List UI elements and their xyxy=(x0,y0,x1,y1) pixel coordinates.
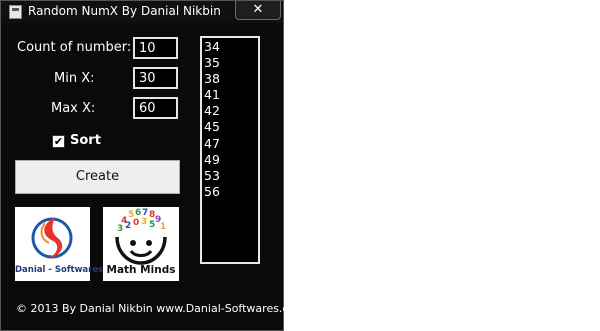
app-window: Random NumX By Danial Nikbin ✕ Count of … xyxy=(0,0,306,331)
danial-logo-caption: Danial - Softwares xyxy=(15,265,104,275)
results-listbox[interactable]: 34 35 38 41 42 45 47 49 53 56 xyxy=(200,36,260,264)
svg-text:5: 5 xyxy=(149,220,155,230)
min-field[interactable]: 30 xyxy=(133,67,178,89)
title-bar[interactable]: Random NumX By Danial Nikbin ✕ xyxy=(1,1,283,23)
min-label: Min X: xyxy=(54,71,95,86)
list-item[interactable]: 38 xyxy=(204,71,256,87)
window-title: Random NumX By Danial Nikbin xyxy=(28,4,221,18)
close-button[interactable]: ✕ xyxy=(235,1,281,20)
sort-label[interactable]: Sort xyxy=(70,133,101,148)
list-item[interactable]: 56 xyxy=(204,184,256,200)
list-item[interactable]: 42 xyxy=(204,103,256,119)
list-item[interactable]: 35 xyxy=(204,55,256,71)
list-item[interactable]: 49 xyxy=(204,152,256,168)
close-icon: ✕ xyxy=(252,2,264,17)
max-field[interactable]: 60 xyxy=(133,97,178,119)
math-minds-face-graphic: 4 5 6 7 8 9 3 1 2 0 3 5 xyxy=(115,208,167,265)
list-item[interactable]: 53 xyxy=(204,168,256,184)
list-item[interactable]: 41 xyxy=(204,87,256,103)
danial-softwares-logo[interactable]: Danial - Softwares xyxy=(15,207,104,281)
results-list: 34 35 38 41 42 45 47 49 53 56 xyxy=(204,39,256,200)
count-field[interactable]: 10 xyxy=(133,37,178,59)
app-icon xyxy=(9,5,22,19)
max-label: Max X: xyxy=(51,101,96,116)
list-item[interactable]: 34 xyxy=(204,39,256,55)
svg-text:3: 3 xyxy=(117,224,123,234)
svg-text:2: 2 xyxy=(125,221,131,231)
math-minds-logo[interactable]: 4 5 6 7 8 9 3 1 2 0 3 5 Math Minds xyxy=(103,207,179,281)
count-label: Count of number: xyxy=(17,40,132,55)
svg-text:1: 1 xyxy=(160,222,166,232)
math-minds-caption: Math Minds xyxy=(106,264,176,276)
danial-logo-graphic xyxy=(31,217,73,259)
svg-text:3: 3 xyxy=(141,217,147,227)
sort-checkbox[interactable]: ✔ xyxy=(52,135,65,148)
footer-copyright: © 2013 By Danial Nikbin www.Danial-Softw… xyxy=(16,302,306,315)
list-item[interactable]: 45 xyxy=(204,119,256,135)
svg-text:0: 0 xyxy=(133,218,139,228)
create-button[interactable]: Create xyxy=(15,160,180,194)
list-item[interactable]: 47 xyxy=(204,136,256,152)
check-icon: ✔ xyxy=(53,135,64,148)
